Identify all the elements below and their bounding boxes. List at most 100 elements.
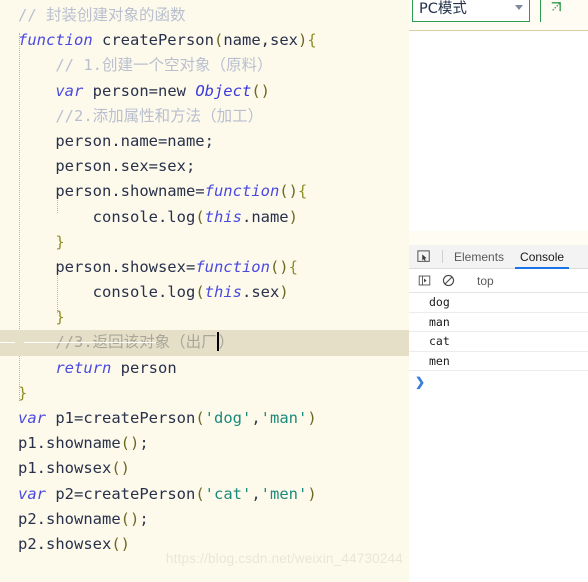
code-token: p2.showsex: [18, 534, 112, 553]
open-in-new-window-icon[interactable]: [540, 0, 570, 22]
code-token: (): [111, 459, 130, 478]
code-line[interactable]: p1.showname();: [0, 431, 409, 456]
code-line[interactable]: //2.添加属性和方法（加工）: [0, 104, 409, 129]
tab-console[interactable]: Console: [512, 245, 572, 269]
devtools-tabbar: Elements Console: [409, 245, 588, 269]
tabbar-divider: [442, 250, 443, 263]
code-token: .name: [241, 207, 289, 226]
code-token: person.sex=sex: [55, 157, 186, 176]
clear-glyph: [442, 274, 454, 287]
code-line[interactable]: p2.showname();: [0, 507, 409, 532]
code-token: ,: [251, 409, 261, 427]
code-line[interactable]: p1.showsex(): [0, 456, 409, 481]
app-root: // 封装创建对象的函数 function createPerson(name,s…: [0, 0, 588, 582]
code-content[interactable]: // 封装创建对象的函数 function createPerson(name,s…: [0, 0, 409, 557]
code-token: person: [111, 358, 177, 377]
code-line[interactable]: return person: [0, 356, 409, 381]
code-token: (: [213, 31, 224, 50]
code-token: .sex: [241, 283, 280, 302]
devtools-panel: Elements Console top dog man cat men ❯: [409, 231, 588, 582]
code-token: ): [279, 283, 289, 302]
devtools-top-gap: [409, 231, 588, 245]
code-token: {: [307, 31, 317, 50]
code-token: return: [55, 358, 112, 377]
code-token: function: [18, 31, 93, 50]
tab-elements-label: Elements: [454, 249, 505, 264]
code-token: person.name=name: [55, 131, 205, 150]
code-line[interactable]: person.name=name;: [0, 129, 409, 154]
code-token: (: [195, 207, 205, 226]
browser-pane: PC模式 Elements Console top dog man cat me…: [409, 0, 588, 582]
code-token: p1.showname: [18, 434, 121, 453]
code-token: ;: [139, 434, 149, 453]
page-viewport: [409, 31, 588, 231]
current-line-marker: [24, 342, 156, 344]
console-prompt[interactable]: ❯: [409, 371, 588, 393]
code-token: (: [195, 409, 205, 427]
code-line[interactable]: // 1.创建一个空对象（原料）: [0, 53, 409, 78]
device-mode-select[interactable]: PC模式: [412, 0, 530, 22]
code-token: }: [18, 383, 28, 402]
tab-elements[interactable]: Elements: [446, 245, 512, 268]
code-token: createPerson: [92, 31, 214, 50]
console-message: dog: [409, 293, 588, 313]
code-token: {: [288, 257, 298, 276]
code-token: ,: [251, 484, 261, 503]
sidebar-glyph: [418, 275, 430, 286]
code-line[interactable]: var person=new Object(): [0, 79, 409, 104]
current-line-marker: [0, 342, 15, 344]
code-line[interactable]: }: [0, 381, 409, 406]
code-line[interactable]: var p1=createPerson('dog','man'): [0, 406, 409, 431]
code-line[interactable]: var p2=createPerson('cat','men'): [0, 482, 409, 507]
code-token: ): [288, 207, 298, 226]
console-context-selector[interactable]: top: [470, 274, 494, 288]
code-token: person.showsex=: [55, 257, 196, 276]
code-token: function: [204, 182, 280, 201]
code-line[interactable]: console.log(this.sex): [0, 280, 409, 305]
code-token: ）: [218, 333, 235, 352]
code-token: ;: [139, 509, 149, 528]
code-line[interactable]: person.sex=sex;: [0, 154, 409, 179]
code-token: // 封装创建对象的函数: [18, 6, 186, 24]
code-token: (): [120, 509, 140, 528]
code-line[interactable]: person.showname=function(){: [0, 179, 409, 204]
code-token: (): [269, 257, 289, 276]
code-line[interactable]: console.log(this.name): [0, 205, 409, 230]
code-token: (): [279, 182, 298, 201]
code-token: (): [251, 81, 270, 100]
code-token: {: [297, 182, 308, 201]
code-token: p2=createPerson: [46, 484, 196, 503]
code-line[interactable]: //3.返回该对象（出厂）: [0, 330, 409, 356]
code-line[interactable]: }: [0, 230, 409, 255]
code-line[interactable]: }: [0, 305, 409, 330]
code-token: p1=createPerson: [46, 409, 196, 427]
device-mode-value: PC模式: [419, 0, 467, 17]
code-token: console.log: [92, 283, 196, 302]
console-message-text: man: [429, 314, 450, 329]
clear-console-icon[interactable]: [437, 274, 459, 287]
inspect-element-icon[interactable]: [409, 245, 439, 268]
console-sidebar-icon[interactable]: [413, 274, 435, 287]
code-token: var: [18, 484, 46, 503]
console-message-text: dog: [429, 295, 450, 310]
code-token: p1.showsex: [18, 459, 112, 478]
code-line[interactable]: person.showsex=function(){: [0, 255, 409, 280]
code-line[interactable]: // 封装创建对象的函数: [0, 3, 409, 28]
code-editor[interactable]: // 封装创建对象的函数 function createPerson(name,s…: [0, 0, 409, 582]
code-line[interactable]: function createPerson(name,sex){: [0, 28, 409, 53]
console-message-text: cat: [429, 334, 450, 349]
code-token: ): [307, 484, 317, 503]
watermark-text: https://blog.csdn.net/weixin_44730244: [165, 551, 403, 566]
console-message-text: men: [429, 353, 450, 368]
console-message: man: [409, 313, 588, 332]
popout-arrow-glyph: [551, 1, 561, 11]
console-message: men: [409, 352, 588, 371]
console-message: cat: [409, 332, 588, 352]
